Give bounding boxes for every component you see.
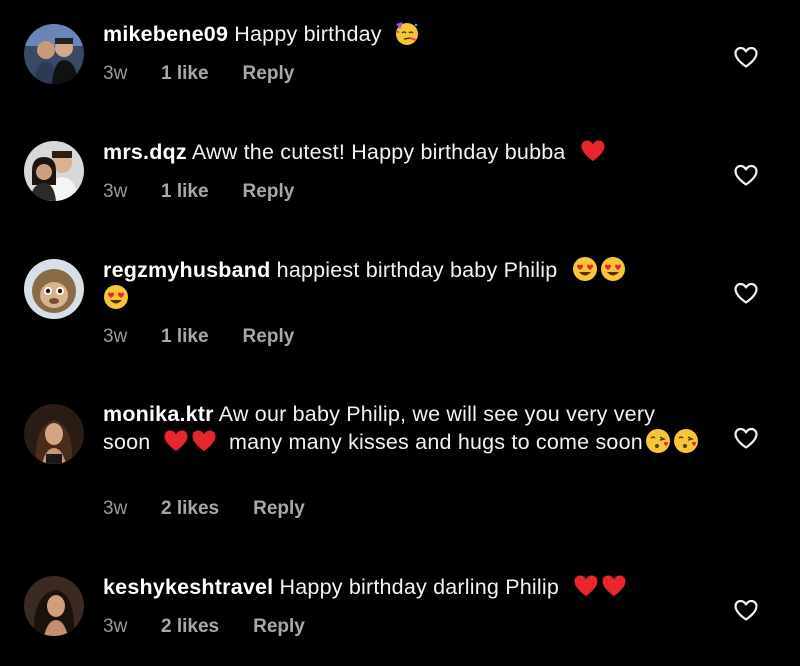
comment-likes-count[interactable]: 2 likes bbox=[161, 497, 219, 521]
avatar[interactable] bbox=[24, 24, 84, 84]
reply-button[interactable]: Reply bbox=[243, 62, 295, 86]
comment-timestamp: 3w bbox=[103, 63, 128, 84]
comment-username[interactable]: keshykeshtravel bbox=[103, 575, 273, 599]
heart-eyes-icon bbox=[103, 284, 129, 310]
comment-likes-count[interactable]: 1 like bbox=[161, 325, 209, 349]
reply-button[interactable]: Reply bbox=[243, 180, 295, 204]
red-heart-icon bbox=[191, 428, 217, 454]
comment-likes-count[interactable]: 1 like bbox=[161, 62, 209, 86]
comment-likes-count[interactable]: 2 likes bbox=[161, 615, 219, 639]
comment-message: Happy birthday darling Philip bbox=[279, 575, 560, 599]
comment-timestamp: 3w bbox=[103, 181, 128, 202]
comment-message-continued: many many kisses and hugs to come soon bbox=[228, 430, 643, 454]
comment-text: monika.ktr Aw our baby Philip, we will s… bbox=[103, 401, 703, 456]
heart-eyes-icon bbox=[572, 256, 598, 282]
like-heart-icon[interactable] bbox=[733, 281, 759, 305]
red-heart-icon bbox=[163, 428, 189, 454]
avatar[interactable] bbox=[24, 576, 84, 636]
avatar[interactable] bbox=[24, 404, 84, 464]
red-heart-icon bbox=[573, 573, 599, 599]
comment-text: keshykeshtravel Happy birthday darling P… bbox=[103, 573, 703, 601]
comment-text: mrs.dqz Aww the cutest! Happy birthday b… bbox=[103, 138, 703, 166]
like-heart-icon[interactable] bbox=[733, 163, 759, 187]
comment-message: Happy birthday bbox=[234, 22, 382, 46]
comment-username[interactable]: monika.ktr bbox=[103, 402, 214, 426]
comment-meta: 3w 1 like Reply bbox=[103, 180, 294, 204]
like-heart-icon[interactable] bbox=[733, 45, 759, 69]
comment-username[interactable]: mikebene09 bbox=[103, 22, 228, 46]
comment-meta: 3w 2 likes Reply bbox=[103, 615, 305, 639]
avatar[interactable] bbox=[24, 141, 84, 201]
kissing-face-icon bbox=[673, 428, 699, 454]
red-heart-icon bbox=[580, 138, 606, 164]
red-heart-icon bbox=[601, 573, 627, 599]
reply-button[interactable]: Reply bbox=[243, 325, 295, 349]
comment-meta: 3w 2 likes Reply bbox=[103, 497, 305, 521]
comment-text: mikebene09 Happy birthday bbox=[103, 20, 703, 48]
comment-meta: 3w 1 like Reply bbox=[103, 62, 294, 86]
like-heart-icon[interactable] bbox=[733, 426, 759, 450]
comment-likes-count[interactable]: 1 like bbox=[161, 180, 209, 204]
like-heart-icon[interactable] bbox=[733, 598, 759, 622]
reply-button[interactable]: Reply bbox=[253, 497, 305, 521]
avatar[interactable] bbox=[24, 259, 84, 319]
comment-timestamp: 3w bbox=[103, 326, 128, 347]
comment-text: regzmyhusband happiest birthday baby Phi… bbox=[103, 256, 703, 312]
comment-timestamp: 3w bbox=[103, 616, 128, 637]
comment-username[interactable]: regzmyhusband bbox=[103, 258, 270, 282]
partying-face-icon bbox=[394, 20, 420, 46]
reply-button[interactable]: Reply bbox=[253, 615, 305, 639]
comment-meta: 3w 1 like Reply bbox=[103, 325, 294, 349]
comment-username[interactable]: mrs.dqz bbox=[103, 140, 187, 164]
kissing-face-icon bbox=[645, 428, 671, 454]
comment-message: Aww the cutest! Happy birthday bubba bbox=[191, 140, 566, 164]
heart-eyes-icon bbox=[600, 256, 626, 282]
comment-timestamp: 3w bbox=[103, 498, 128, 519]
comment-message: happiest birthday baby Philip bbox=[276, 258, 558, 282]
